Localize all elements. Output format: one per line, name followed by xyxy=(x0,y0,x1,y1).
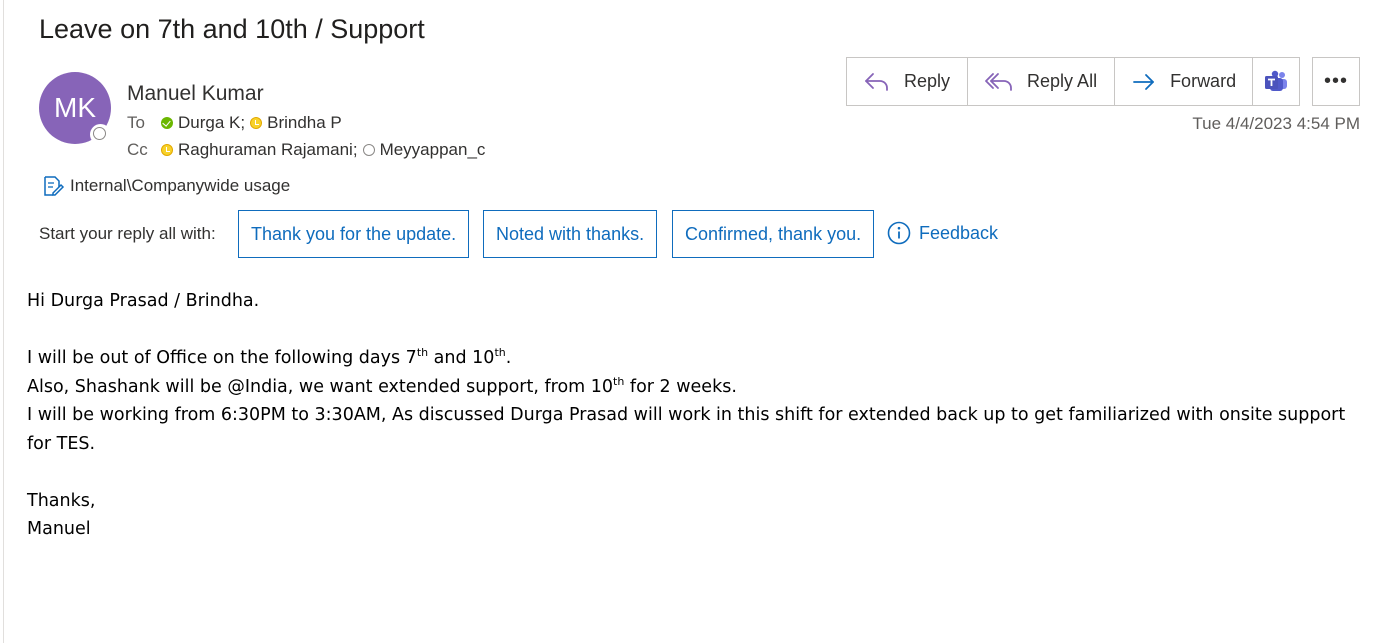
recipient-raghuraman[interactable]: Raghuraman Rajamani; xyxy=(161,140,363,160)
quick-reply-label: Start your reply all with: xyxy=(39,224,216,243)
reply-icon xyxy=(865,72,888,91)
reply-all-button[interactable]: Reply All xyxy=(968,58,1116,105)
more-actions-button[interactable]: ••• xyxy=(1312,57,1360,106)
recipient-meyyappan[interactable]: Meyyappan_c xyxy=(362,140,486,160)
recipient-durga[interactable]: Durga K; xyxy=(161,113,250,133)
message-body: Hi Durga Prasad / Brindha. I will be out… xyxy=(27,287,1367,544)
body-closing: Thanks, xyxy=(27,490,96,511)
sensitivity-label-text: Internal\Companywide usage xyxy=(70,176,291,195)
presence-away-icon xyxy=(250,117,263,129)
message-actions: Reply Reply All Forward xyxy=(846,57,1255,106)
email-subject: Leave on 7th and 10th / Support xyxy=(39,14,425,44)
recipient-name: Meyyappan_c xyxy=(379,140,486,159)
to-row: To Durga K; Brindha P xyxy=(127,113,342,133)
cc-label: Cc xyxy=(127,140,148,159)
sent-timestamp: Tue 4/4/2023 4:54 PM xyxy=(1192,114,1360,133)
sender-name[interactable]: Manuel Kumar xyxy=(127,82,264,106)
sensitivity-label-icon xyxy=(44,176,65,196)
quick-reply-suggestion[interactable]: Thank you for the update. xyxy=(238,210,470,258)
body-line: I will be out of Office on the following… xyxy=(27,346,512,368)
body-signature: Manuel xyxy=(27,519,91,539)
reply-button[interactable]: Reply xyxy=(847,58,969,105)
sender-presence-icon xyxy=(90,124,111,145)
recipient-name: Durga K xyxy=(178,113,241,132)
feedback-link[interactable]: Feedback xyxy=(887,221,998,245)
body-greeting: Hi Durga Prasad / Brindha. xyxy=(27,291,260,311)
recipient-brindha[interactable]: Brindha P xyxy=(250,113,342,133)
teams-icon xyxy=(1265,70,1287,91)
reply-all-label: Reply All xyxy=(1027,71,1098,91)
reading-pane-border xyxy=(3,0,4,643)
to-label: To xyxy=(127,113,145,132)
presence-away-icon xyxy=(161,144,173,156)
forward-label: Forward xyxy=(1170,71,1237,91)
feedback-label: Feedback xyxy=(919,222,999,243)
recipient-name: Brindha P xyxy=(267,113,342,132)
quick-reply-suggestion[interactable]: Confirmed, thank you. xyxy=(672,210,875,258)
presence-available-icon xyxy=(161,117,173,129)
body-line: Also, Shashank will be @India, we want e… xyxy=(27,374,737,397)
sensitivity-label[interactable]: Internal\Companywide usage xyxy=(43,174,290,198)
reply-all-icon xyxy=(985,72,1012,91)
info-icon xyxy=(887,221,911,245)
quick-reply-suggestion[interactable]: Noted with thanks. xyxy=(483,210,658,258)
forward-arrow-icon xyxy=(1133,73,1154,90)
cc-row: Cc Raghuraman Rajamani; Meyyappan_c xyxy=(127,140,485,160)
recipient-name: Raghuraman Rajamani xyxy=(178,140,353,159)
presence-offline-icon xyxy=(362,144,375,156)
reply-label: Reply xyxy=(904,71,951,91)
forward-button[interactable]: Forward xyxy=(1115,58,1254,105)
teams-chat-button[interactable] xyxy=(1252,57,1300,106)
body-line: I will be working from 6:30PM to 3:30AM,… xyxy=(27,405,1346,454)
